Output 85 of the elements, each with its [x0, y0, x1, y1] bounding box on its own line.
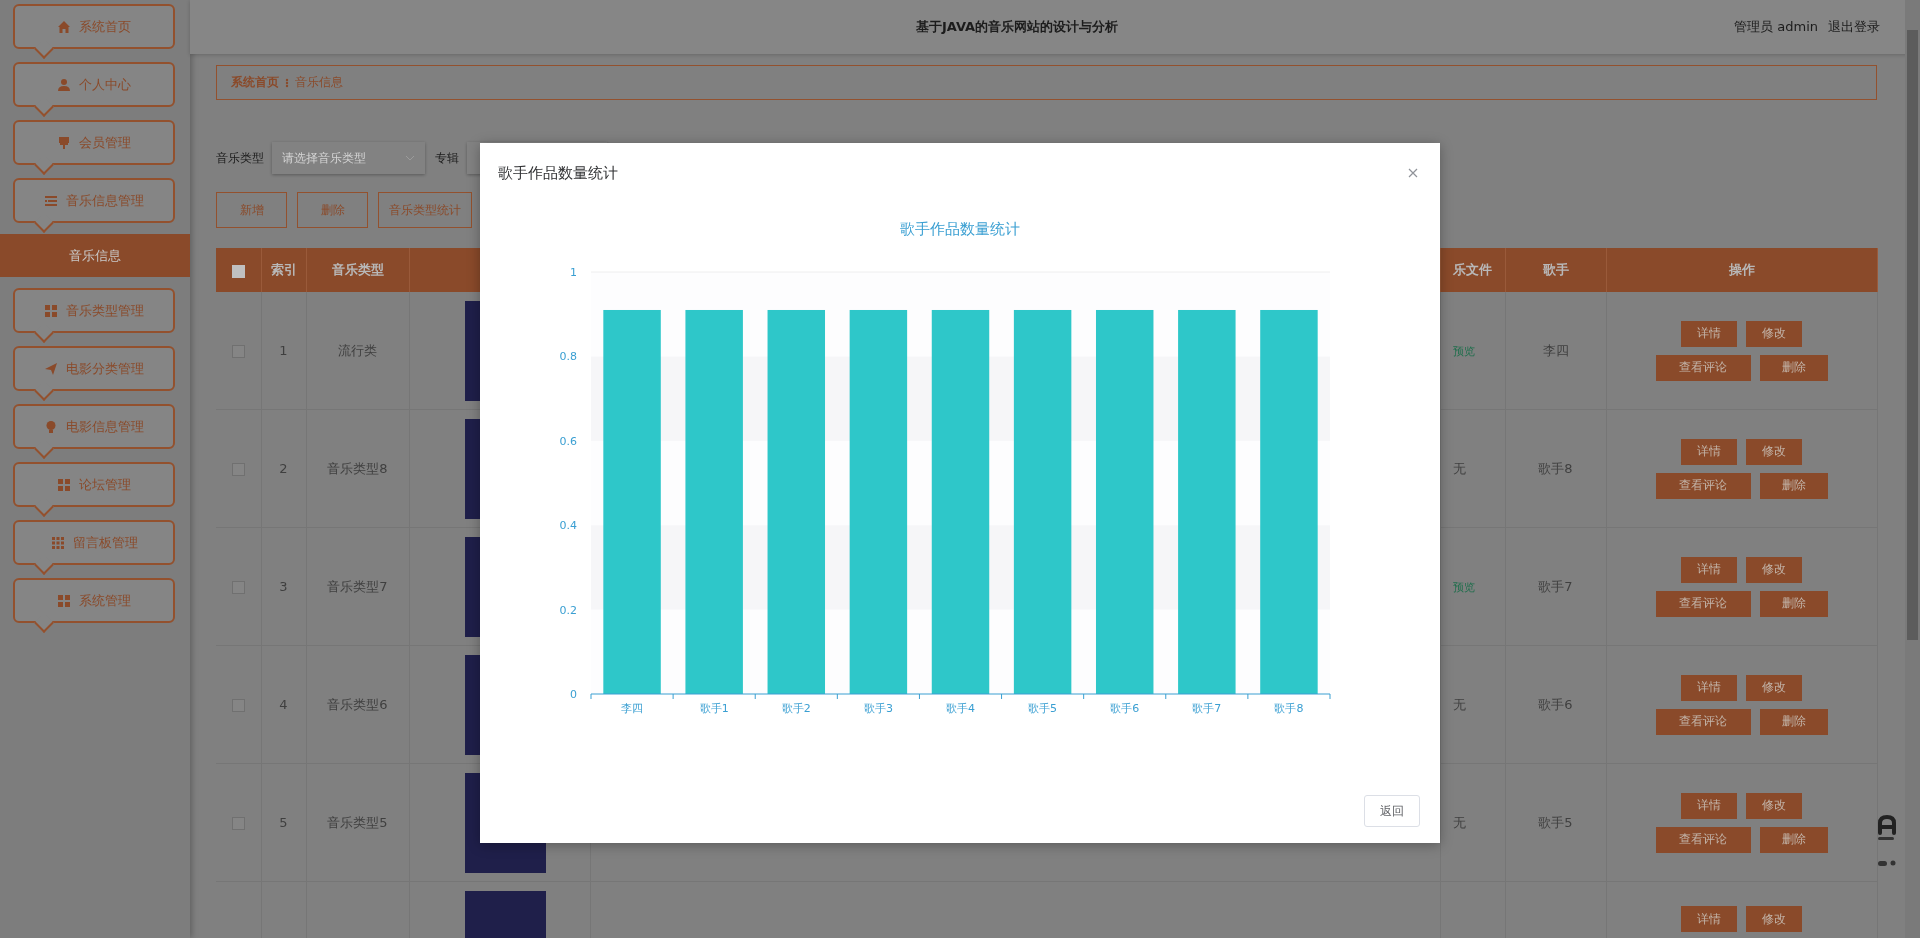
table-cell: 5	[279, 815, 288, 830]
row-action-button[interactable]: 详情	[1681, 792, 1737, 819]
select-all-checkbox[interactable]	[231, 264, 245, 278]
table-cell: 音乐类型5	[327, 814, 388, 830]
separator-icon	[285, 77, 289, 88]
list-icon	[44, 193, 58, 208]
table-cell: 李四	[1542, 342, 1569, 358]
table-cell: 音乐类型6	[327, 696, 388, 712]
axis-label: 歌手3	[863, 702, 893, 715]
close-icon[interactable]	[1408, 168, 1418, 178]
table-cell: 1	[279, 343, 288, 358]
row-action-button[interactable]: 删除	[1759, 472, 1828, 499]
column-header: 歌手	[1505, 248, 1606, 292]
axis-label: 歌手1	[699, 702, 729, 715]
grid-icon	[57, 593, 71, 608]
axis-label: 歌手4	[946, 702, 975, 715]
row-action-button[interactable]: 修改	[1746, 438, 1802, 465]
back-button[interactable]: 返回	[1364, 795, 1420, 827]
table-cell: 歌手7	[1538, 578, 1573, 594]
grid-icon	[44, 303, 58, 318]
paper-plane-icon	[44, 361, 58, 376]
row-action-button[interactable]: 查看评论	[1655, 472, 1751, 499]
column-header: 索引	[261, 248, 306, 292]
axis-label: 1	[570, 266, 577, 279]
row-action-button[interactable]: 修改	[1746, 792, 1802, 819]
axis-label: 歌手7	[1192, 702, 1222, 715]
column-header: 音乐类型	[306, 248, 409, 292]
column-header: 操作	[1606, 248, 1877, 292]
row-action-button[interactable]: 详情	[1681, 438, 1737, 465]
axis-label: 歌手2	[781, 702, 811, 715]
table-cell: 无	[1452, 460, 1466, 476]
row-action-button[interactable]: 删除	[1759, 826, 1828, 853]
axis-label: 0.2	[559, 603, 577, 617]
row-action-button[interactable]: 修改	[1746, 906, 1802, 932]
axis-label: 0.4	[559, 519, 577, 533]
row-action-button[interactable]: 修改	[1746, 320, 1802, 347]
filter-label: 专辑	[435, 149, 459, 167]
table-cell: 音乐类型7	[327, 578, 388, 594]
table-cell: 音乐类型8	[327, 460, 388, 476]
axis-label: 0	[570, 688, 577, 701]
user-icon	[57, 77, 71, 92]
row-action-button[interactable]: 详情	[1681, 320, 1737, 347]
table-cell: 3	[279, 579, 288, 594]
user-label: 管理员 admin	[1734, 18, 1818, 36]
table-cell: 4	[279, 697, 288, 712]
row-action-button[interactable]: 修改	[1746, 674, 1802, 701]
table-cell: 无	[1452, 814, 1466, 830]
sidebar-item[interactable]: 音乐信息	[0, 234, 190, 277]
axis-label: 歌手5	[1028, 702, 1058, 715]
column-header: 乐文件	[1440, 248, 1505, 292]
row-action-button[interactable]: 删除	[1759, 708, 1828, 735]
row-action-button[interactable]: 查看评论	[1655, 590, 1751, 617]
bulb-icon	[44, 419, 58, 434]
axis-label: 0.6	[559, 434, 577, 448]
table-cell: 歌手5	[1538, 814, 1573, 830]
dialog-title: 歌手作品数量统计	[498, 163, 618, 183]
row-action-button[interactable]: 删除	[1759, 354, 1828, 381]
music-type-select[interactable]: 请选择音乐类型	[272, 142, 425, 174]
chart-title: 歌手作品数量统计	[900, 220, 1020, 238]
site-title: 基于JAVA的音乐网站的设计与分析	[914, 18, 1120, 36]
row-action-button[interactable]: 查看评论	[1655, 354, 1751, 381]
dots-grid-icon	[50, 535, 65, 550]
row-action-button[interactable]: 查看评论	[1655, 826, 1751, 853]
axis-label: 歌手8	[1274, 702, 1304, 715]
table-cell: 2	[279, 461, 288, 476]
row-action-button[interactable]: 查看评论	[1655, 708, 1751, 735]
axis-label: 李四	[621, 702, 644, 715]
axis-label: 0.8	[559, 350, 577, 364]
row-action-button[interactable]: 详情	[1681, 906, 1737, 932]
table-cell: 无	[1452, 696, 1466, 712]
row-action-button[interactable]: 详情	[1681, 674, 1737, 701]
scrollbar-thumb[interactable]	[1907, 30, 1918, 640]
row-action-button[interactable]: 详情	[1681, 556, 1737, 583]
table-cell: 歌手8	[1538, 460, 1573, 476]
chevron-down-icon	[405, 155, 415, 161]
axis-label: 歌手6	[1110, 702, 1140, 715]
pin-icon	[57, 135, 71, 150]
home-icon	[57, 19, 71, 34]
table-cell: 歌手6	[1538, 696, 1573, 712]
row-action-button[interactable]: 删除	[1759, 590, 1828, 617]
grid-icon	[57, 477, 71, 492]
row-action-button[interactable]: 修改	[1746, 556, 1802, 583]
filter-label: 音乐类型	[216, 149, 264, 167]
logout-link[interactable]: 退出登录	[1828, 18, 1880, 36]
table-cell: 流行类	[338, 342, 377, 358]
